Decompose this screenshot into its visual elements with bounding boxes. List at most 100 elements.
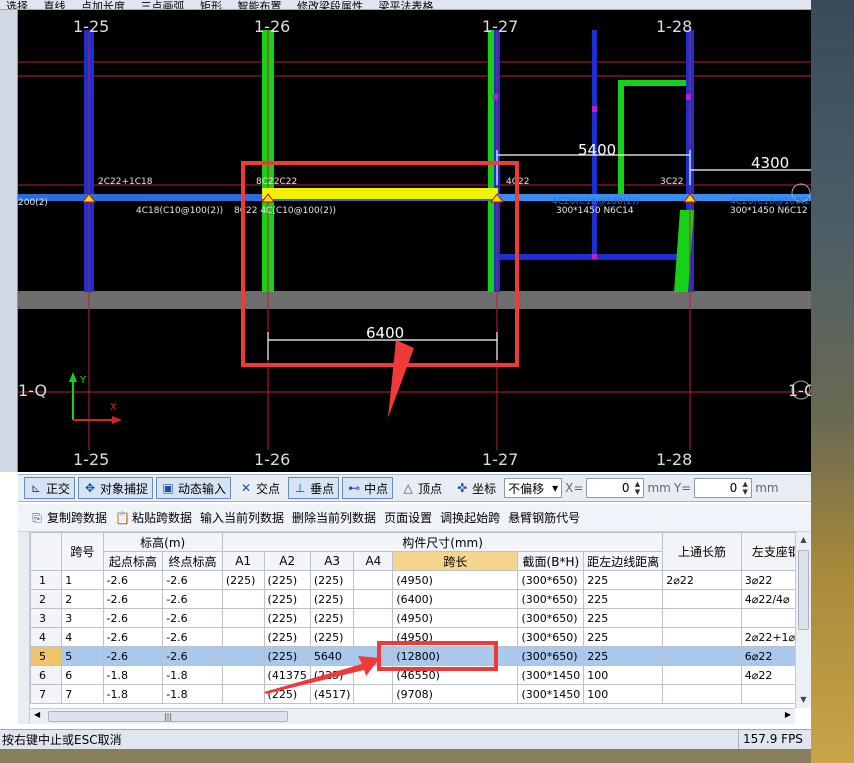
cell-a1[interactable] [221,608,265,628]
input-column-button[interactable]: 输入当前列数据 [196,509,288,526]
cantilever-code-button[interactable]: 悬臂钢筋代号 [504,509,584,526]
cell-section[interactable]: (300*1450 [517,684,585,704]
table-row[interactable]: 1 1 -2.6 -2.6 (225) (225) (225) (4950) (300*650)… [30,570,811,590]
cell-dist[interactable]: 225 [583,570,664,590]
spin-icon[interactable]: ▲ ▼ [740,480,750,496]
toolbar-line[interactable]: 直线 [38,1,72,9]
cell-span[interactable]: 6 [61,665,104,685]
perpendicular-snap[interactable]: ⊥ 垂点 [288,477,340,499]
cell-dist[interactable]: 225 [583,627,664,647]
cell-section[interactable]: (300*650) [517,570,585,590]
cell-start[interactable]: -2.6 [102,627,164,647]
cell-a3[interactable]: (225) [309,589,355,609]
cell-a4[interactable] [353,589,394,609]
copy-span-button[interactable]: ⎘ 复制跨数据 [26,509,111,526]
row-number[interactable]: 1 [30,570,63,590]
table-row[interactable]: 2 2 -2.6 -2.6 (225) (225) (6400) (300*650) 225 4⌀… [30,589,811,609]
cell-dist[interactable]: 225 [583,608,664,628]
offset-select[interactable]: 不偏移 ▾ [504,478,563,498]
cell-span[interactable]: 2 [61,589,104,609]
cell-a3[interactable]: (225) [309,570,355,590]
toolbar-rect[interactable]: 矩形 [194,1,228,9]
x-input[interactable]: 0 ▲ ▼ [586,478,645,498]
cell-a1[interactable] [221,646,265,666]
col-a4[interactable]: A4 [353,551,394,571]
cell-dist[interactable]: 100 [583,665,664,685]
cell-top[interactable] [662,589,742,609]
cell-len[interactable]: (4950) [392,608,519,628]
cell-len[interactable]: (4950) [392,570,519,590]
intersection-snap[interactable]: ✕ 交点 [234,477,285,499]
cell-a3[interactable]: (225) [309,608,355,628]
swap-start-span-button[interactable]: 调换起始跨 [436,509,504,526]
cell-span[interactable]: 3 [61,608,104,628]
cell-end[interactable]: -2.6 [162,646,223,666]
midpoint-snap[interactable]: ⊷ 中点 [342,477,394,499]
cell-a4[interactable] [353,608,394,628]
toolbar-modify-beam[interactable]: 修改梁段属性 [291,1,369,9]
cell-top[interactable]: 2⌀22 [662,570,742,590]
object-snap-toggle[interactable]: ✥ 对象捕捉 [78,477,154,499]
cell-top[interactable] [662,608,742,628]
cell-a3[interactable]: (225) [309,627,355,647]
cell-dist[interactable]: 225 [583,646,664,666]
row-number[interactable]: 7 [30,684,63,704]
cell-a2[interactable]: (225) [263,589,311,609]
row-number[interactable]: 4 [30,627,63,647]
scroll-left-icon[interactable]: ◀ [34,710,40,719]
cell-section[interactable]: (300*650) [517,646,585,666]
cell-end[interactable]: -1.8 [162,684,223,704]
delete-column-button[interactable]: 删除当前列数据 [288,509,380,526]
cell-end[interactable]: -1.8 [162,665,223,685]
cell-top[interactable] [662,627,742,647]
scroll-right-icon[interactable]: ▶ [785,710,791,719]
col-span-no[interactable]: 跨号 [61,532,104,571]
cell-section[interactable]: (300*650) [517,608,585,628]
table-horizontal-scrollbar[interactable]: ◀ ||| ▶ [30,708,795,724]
cell-start[interactable]: -2.6 [102,589,164,609]
cell-dist[interactable]: 100 [583,684,664,704]
table-row[interactable]: 7 7 -1.8 -1.8 (225) (4517) (9708) (300*1450 100 [30,684,811,704]
cell-end[interactable]: -2.6 [162,589,223,609]
cell-a1[interactable] [221,684,265,704]
col-a1[interactable]: A1 [221,551,265,571]
toolbar-point-length[interactable]: 点加长度 [75,1,131,9]
row-number[interactable]: 6 [30,665,63,685]
vertex-snap[interactable]: △ 顶点 [396,477,447,499]
spin-icon[interactable]: ▲ ▼ [632,480,642,496]
table-vertical-scrollbar[interactable]: ▲ ▼ [795,532,811,708]
scroll-thumb[interactable] [798,550,809,630]
toolbar-beam-table[interactable]: 梁平法表格 [373,1,440,9]
paste-span-button[interactable]: 📋 粘贴跨数据 [111,509,196,526]
table-row[interactable]: 3 3 -2.6 -2.6 (225) (225) (4950) (300*650) 225 [30,608,811,628]
row-number[interactable]: 5 [30,646,63,666]
cell-section[interactable]: (300*650) [517,589,585,609]
cell-len[interactable]: (9708) [392,684,519,704]
cell-start[interactable]: -1.8 [102,665,164,685]
cell-end[interactable]: -2.6 [162,570,223,590]
toolbar-arc[interactable]: 三点画弧 [135,1,191,9]
cell-len[interactable]: (6400) [392,589,519,609]
cell-span[interactable]: 4 [61,627,104,647]
cell-start[interactable]: -2.6 [102,608,164,628]
col-end-elev[interactable]: 终点标高 [162,551,223,571]
cell-start[interactable]: -2.6 [102,646,164,666]
cell-a2[interactable]: (225) [263,627,311,647]
cell-a4[interactable] [353,570,394,590]
scroll-up-icon[interactable]: ▲ [796,532,811,548]
cell-a1[interactable] [221,589,265,609]
scroll-down-icon[interactable]: ▼ [796,692,811,708]
col-start-elev[interactable]: 起点标高 [102,551,164,571]
toolbar-select[interactable]: 选择 [0,1,34,9]
cell-a1[interactable]: (225) [221,570,265,590]
col-a3[interactable]: A3 [309,551,355,571]
cell-top[interactable] [662,665,742,685]
col-span-length[interactable]: 跨长 [392,551,519,571]
dynamic-input-toggle[interactable]: ▣ 动态输入 [156,477,232,499]
toolbar-smart-place[interactable]: 智能布置 [232,1,288,9]
cell-end[interactable]: -2.6 [162,608,223,628]
cell-a1[interactable] [221,665,265,685]
ortho-toggle[interactable]: ⊾ 正交 [24,477,76,499]
col-left-distance[interactable]: 距左边线距离 [583,551,664,571]
cell-top[interactable] [662,646,742,666]
